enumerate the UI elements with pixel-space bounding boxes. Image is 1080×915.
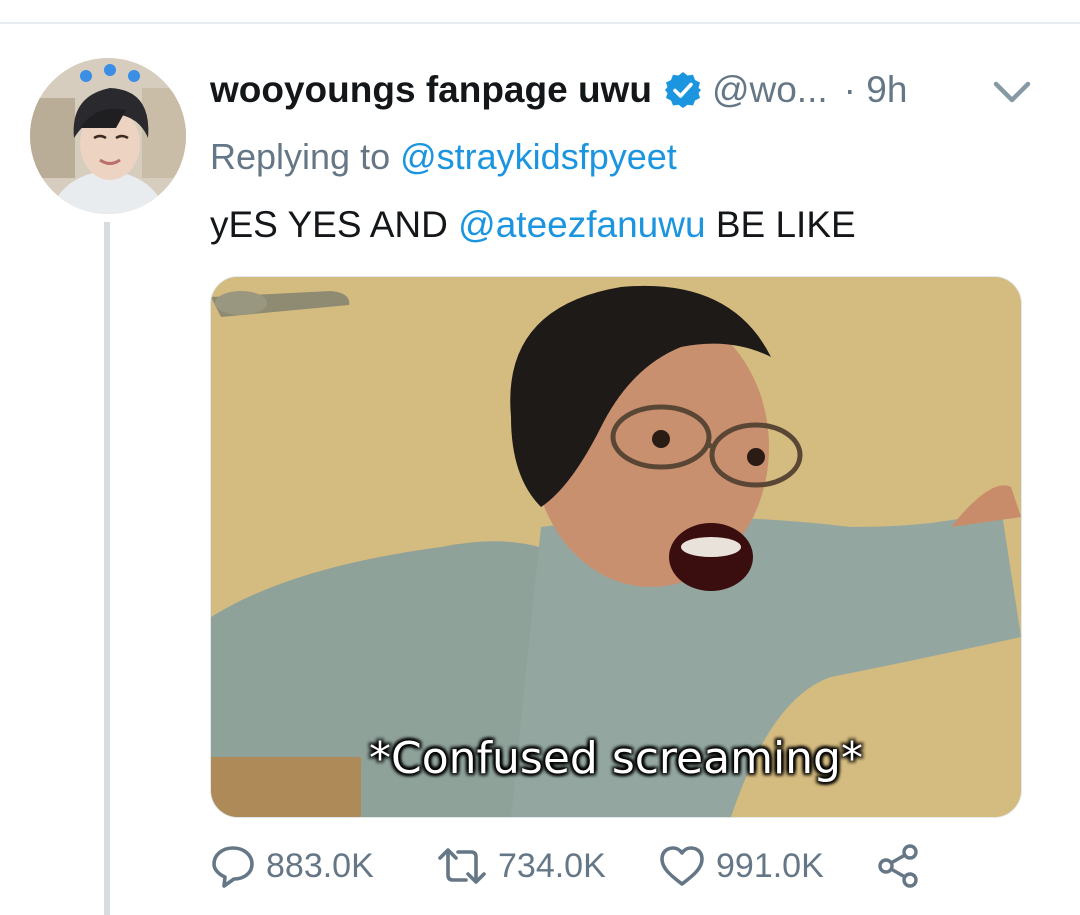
tweet-screen: wooyoungs fanpage uwu @wo... · 9h Replyi… (0, 0, 1080, 915)
tweet-mention-link[interactable]: @ateezfanuwu (458, 204, 705, 245)
replying-to-label: Replying to (210, 136, 391, 177)
reply-button[interactable]: 883.0K (210, 843, 436, 889)
handle[interactable]: @wo... (712, 69, 828, 111)
heart-icon (660, 846, 704, 886)
retweet-count: 734.0K (498, 846, 606, 885)
tweet-text-start: yES YES AND (210, 204, 448, 245)
tweet-media-image[interactable]: *Confused screaming* (210, 276, 1022, 818)
like-button[interactable]: 991.0K (658, 844, 876, 888)
timestamp[interactable]: · 9h (844, 69, 908, 111)
reply-bubble-icon (212, 846, 254, 888)
share-icon (878, 844, 918, 888)
chevron-down-icon[interactable] (992, 76, 1032, 106)
reply-count: 883.0K (266, 846, 374, 885)
like-count: 991.0K (716, 846, 824, 885)
media-caption: *Confused screaming* (369, 733, 863, 784)
retweet-button[interactable]: 734.0K (436, 843, 658, 889)
display-name[interactable]: wooyoungs fanpage uwu (210, 69, 652, 111)
verified-badge-icon (664, 71, 702, 109)
tweet-text: yES YES AND @ateezfanuwu BE LIKE (210, 204, 856, 246)
share-button[interactable] (876, 843, 922, 889)
tweet-header: wooyoungs fanpage uwu @wo... · 9h (210, 66, 907, 114)
thread-connector-line (104, 222, 110, 915)
top-divider (0, 22, 1080, 24)
replying-to-mention-link[interactable]: @straykidsfpyeet (400, 136, 677, 177)
avatar[interactable] (30, 58, 186, 214)
avatar-image (30, 58, 186, 214)
tweet-actions-bar: 883.0K 734.0K 991.0K (210, 838, 922, 894)
retweet-icon (438, 848, 486, 884)
replying-to-line: Replying to @straykidsfpyeet (210, 136, 677, 178)
tweet-text-end: BE LIKE (715, 204, 856, 245)
